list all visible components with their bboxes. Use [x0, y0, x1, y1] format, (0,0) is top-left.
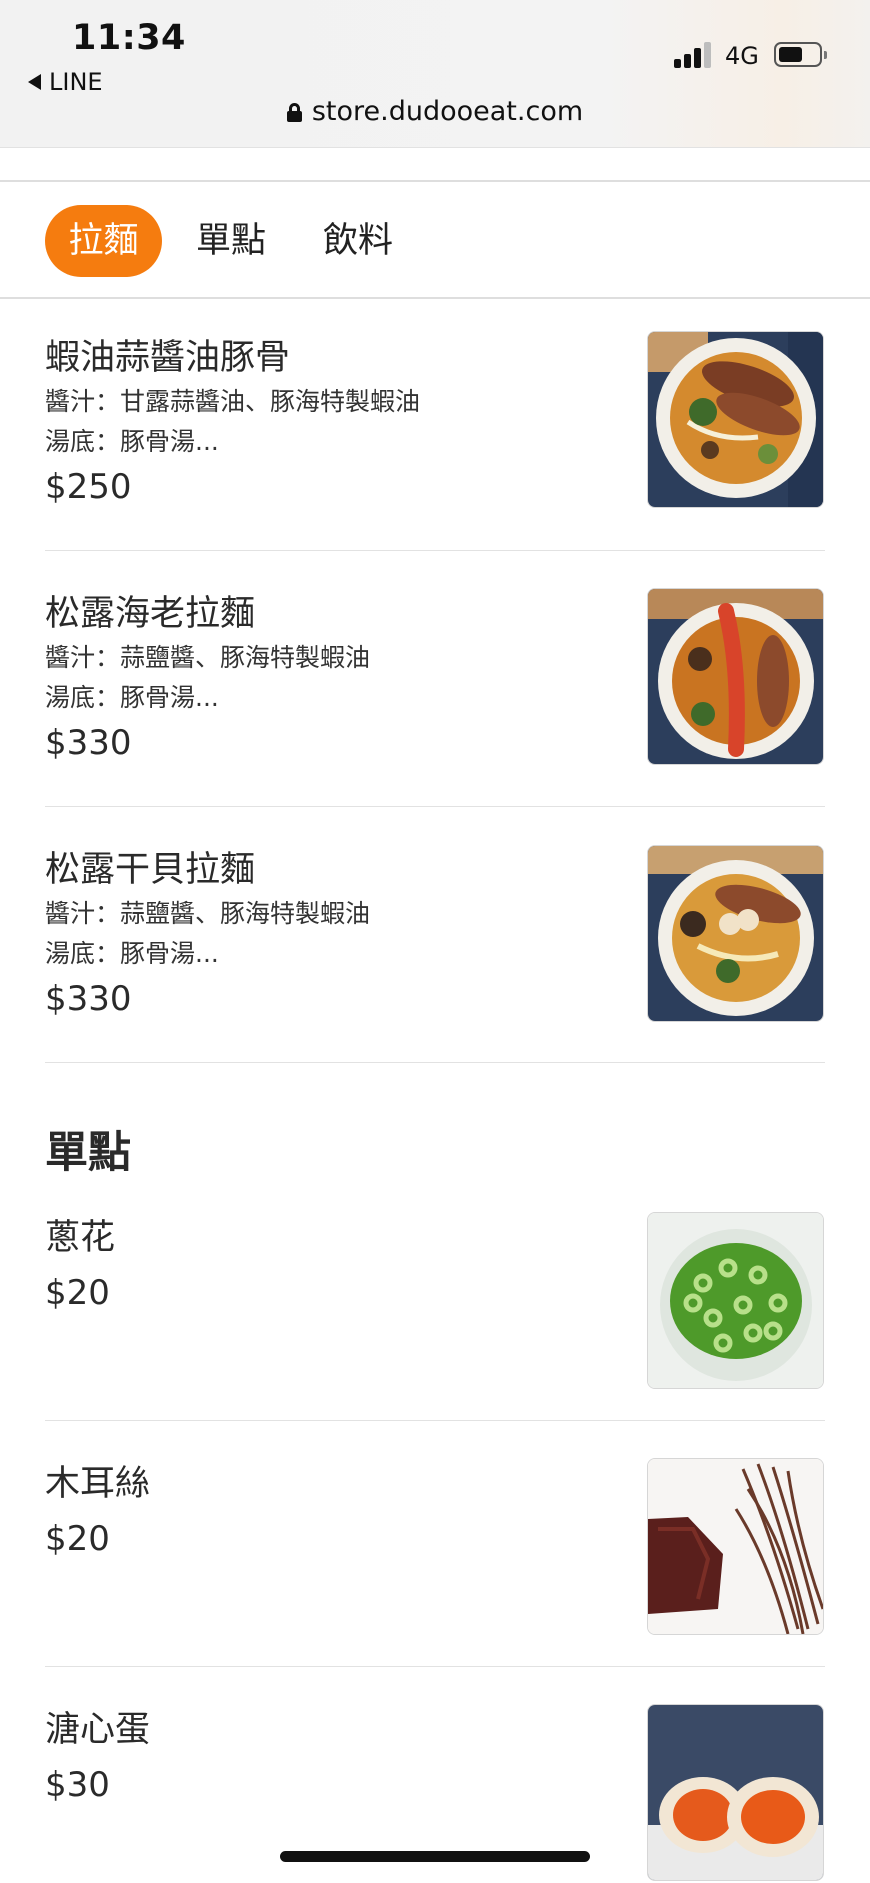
item-divider: [45, 550, 825, 551]
tab-ramen[interactable]: 拉麵: [45, 205, 162, 277]
item-photo[interactable]: [647, 1212, 824, 1389]
item-divider: [45, 1666, 825, 1667]
category-tabs: 拉麵 單點 飲料: [0, 183, 870, 299]
tab-sides[interactable]: 單點: [196, 205, 266, 277]
network-type: 4G: [725, 42, 759, 70]
back-to-app-button[interactable]: LINE: [28, 68, 103, 96]
signal-strength-icon: [674, 42, 714, 68]
section-title: 單點: [45, 1128, 131, 1178]
item-photo[interactable]: [647, 1704, 824, 1881]
home-indicator[interactable]: [280, 1851, 590, 1862]
back-app-label: LINE: [49, 68, 103, 96]
battery-icon: [774, 42, 827, 67]
item-photo[interactable]: [647, 588, 824, 765]
back-arrow-icon: [28, 74, 41, 90]
status-bar: 11:34 LINE 4G store.dudooeat.com: [0, 0, 870, 148]
item-photo[interactable]: [647, 845, 824, 1022]
tab-drinks[interactable]: 飲料: [323, 205, 393, 277]
status-time: 11:34: [72, 18, 186, 58]
item-photo[interactable]: [647, 331, 824, 508]
item-photo[interactable]: [647, 1458, 824, 1635]
item-divider: [45, 1062, 825, 1063]
url-text: store.dudooeat.com: [311, 96, 584, 127]
item-divider: [45, 806, 825, 807]
header-spacer: [0, 148, 870, 182]
item-divider: [45, 1420, 825, 1421]
url-bar[interactable]: store.dudooeat.com: [0, 96, 870, 127]
lock-icon: [286, 102, 302, 122]
